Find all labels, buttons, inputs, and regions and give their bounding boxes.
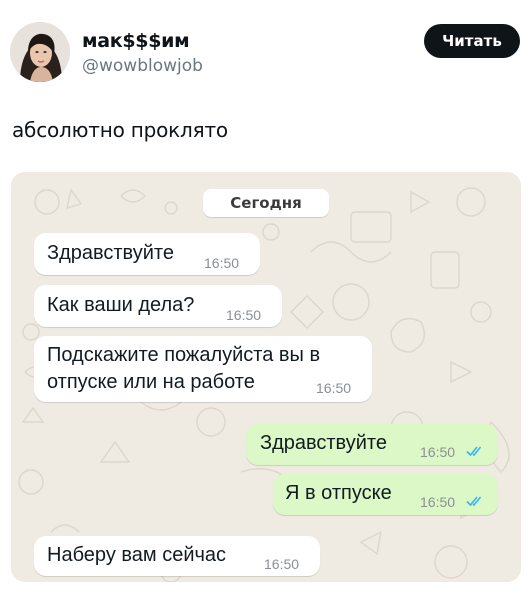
message-bubble[interactable]: Подскажите пожалуйста вы в отпуске или н… [34, 336, 372, 402]
message-time: 16:50 [204, 255, 240, 271]
avatar[interactable] [10, 22, 70, 82]
message-text: Я в отпуске [285, 482, 392, 504]
message-bubble[interactable]: Наберу вам сейчас 16:50 [34, 536, 320, 576]
message-text: Наберу вам сейчас [47, 544, 227, 566]
chat-screenshot: Сегодня Здравствуйте 16:50 Как ваши дела… [11, 172, 521, 582]
date-separator: Сегодня [203, 189, 329, 217]
message-text: Подскажите пожалуйста вы в отпуске или н… [47, 344, 321, 393]
message-time: 16:50 [264, 556, 300, 572]
message-time: 16:50 [316, 380, 352, 396]
message-bubble-outgoing[interactable]: Я в отпуске 16:50 [273, 474, 498, 515]
message-text: Здравствуйте [260, 432, 387, 454]
avatar-image [10, 22, 70, 82]
tweet-header: мак$$$им @wowblowjob Читать [10, 22, 522, 82]
double-check-icon [466, 446, 482, 457]
message-text: Здравствуйте [47, 242, 174, 264]
message-bubble[interactable]: Здравствуйте 16:50 [34, 233, 260, 275]
tweet-text: абсолютно проклято [12, 118, 228, 142]
handle[interactable]: @wowblowjob [82, 56, 203, 76]
message-time: 16:50 [226, 307, 262, 323]
message-time: 16:50 [420, 494, 456, 510]
message-bubble[interactable]: Как ваши дела? 16:50 [34, 285, 282, 327]
follow-button[interactable]: Читать [424, 24, 520, 58]
message-time: 16:50 [420, 444, 456, 460]
display-name[interactable]: мак$$$им [82, 30, 190, 52]
message-text: Как ваши дела? [47, 294, 195, 316]
double-check-icon [466, 496, 482, 507]
message-bubble-outgoing[interactable]: Здравствуйте 16:50 [246, 424, 498, 465]
